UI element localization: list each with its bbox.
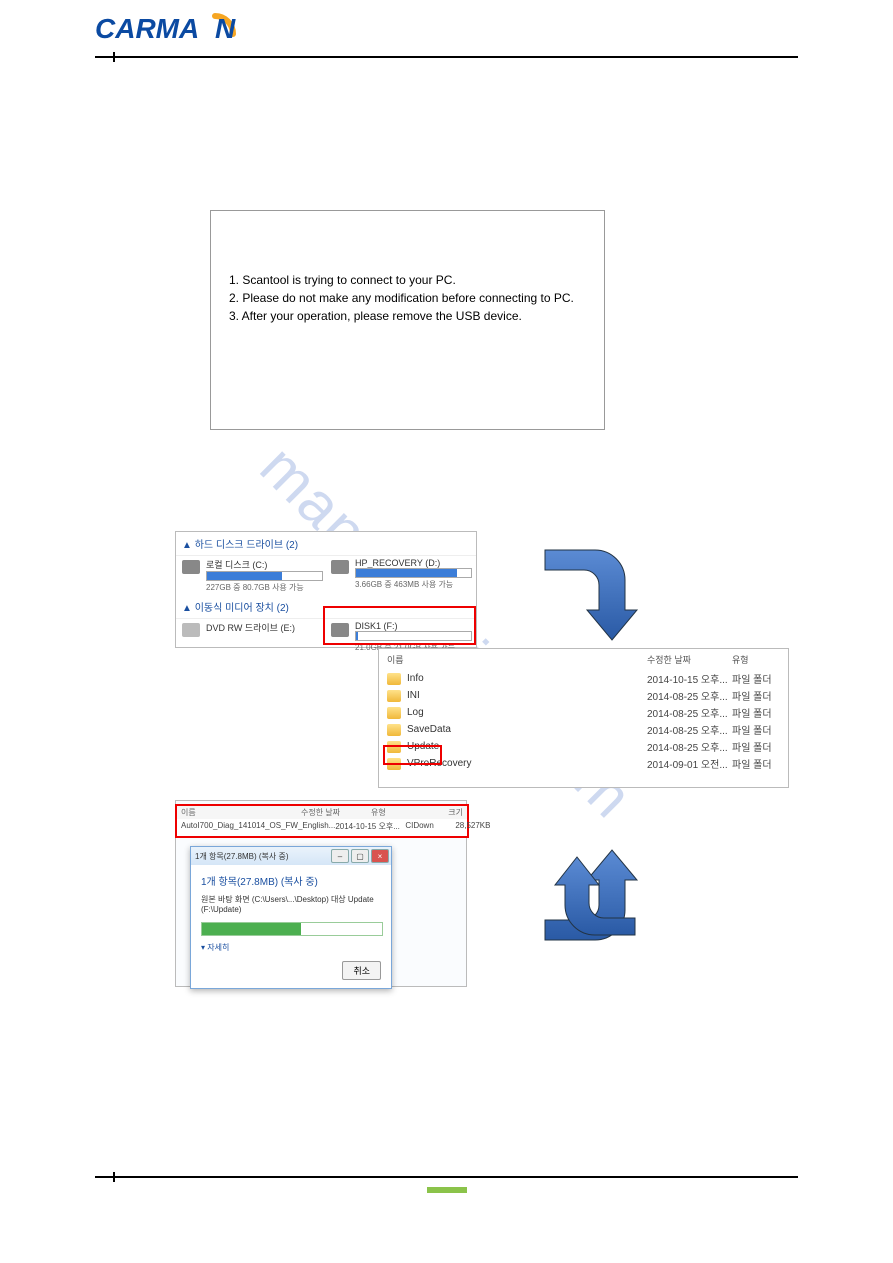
file-row[interactable]: AutoI700_Diag_141014_OS_FW_English... 20… — [177, 819, 467, 834]
dialog-line-1: 1. Scantool is trying to connect to your… — [229, 271, 586, 289]
hdd-icon — [331, 560, 349, 574]
folder-name: Update — [407, 741, 647, 752]
drive-c-fill — [207, 572, 282, 580]
drive-e-name: DVD RW 드라이브 (E:) — [206, 621, 321, 634]
folder-date: 2014-08-25 오후... — [647, 722, 732, 737]
drive-d-fill — [356, 569, 457, 577]
col-name[interactable]: 이름 — [181, 807, 301, 818]
folder-type: 파일 폴더 — [732, 688, 780, 703]
drive-c[interactable]: 로컬 디스크 (C:) 227GB 중 80.7GB 사용 가능 — [182, 558, 321, 593]
brand-logo: CARMA N — [95, 8, 798, 48]
folder-name: INI — [407, 690, 647, 701]
drive-e[interactable]: DVD RW 드라이브 (E:) — [182, 621, 321, 653]
folder-icon — [387, 707, 401, 719]
col-size[interactable]: 크기 — [421, 807, 463, 818]
svg-text:CARMA: CARMA — [95, 13, 199, 44]
progress-fill — [202, 923, 301, 935]
col-date[interactable]: 수정한 날짜 — [301, 807, 371, 818]
minimize-button[interactable]: – — [331, 849, 349, 863]
progress-bar — [201, 922, 383, 936]
file-name: AutoI700_Diag_141014_OS_FW_English... — [181, 821, 335, 832]
col-date[interactable]: 수정한 날짜 — [647, 653, 732, 666]
section-hdd: ▲ 하드 디스크 드라이브 (2) — [176, 532, 476, 556]
dialog-titlebar[interactable]: 1개 항목(27.8MB) (복사 중) – ▢ × — [191, 847, 391, 865]
arrow-right-down-icon — [540, 540, 640, 653]
header-rule — [95, 56, 798, 58]
folder-icon — [387, 690, 401, 702]
dialog-title: 1개 항목(27.8MB) (복사 중) — [195, 851, 289, 862]
col-type[interactable]: 유형 — [371, 807, 421, 818]
folder-row[interactable]: Info2014-10-15 오후...파일 폴더 — [379, 670, 788, 687]
highlight-update-folder — [383, 745, 442, 765]
highlight-disk1 — [323, 606, 476, 645]
folder-icon — [387, 724, 401, 736]
drive-d-sub: 3.66GB 중 463MB 사용 가능 — [355, 579, 470, 590]
file-size: 28,527KB — [455, 821, 490, 832]
folder-date: 2014-09-01 오전... — [647, 756, 732, 771]
drives-panel: ▲ 하드 디스크 드라이브 (2) 로컬 디스크 (C:) 227GB 중 80… — [175, 531, 477, 648]
col-type[interactable]: 유형 — [732, 653, 780, 666]
file-type: CIDown — [405, 821, 455, 832]
folder-name: Info — [407, 673, 647, 684]
copy-heading: 1개 항목(27.8MB) (복사 중) — [201, 873, 381, 888]
hdd-icon — [182, 560, 200, 574]
drive-d[interactable]: HP_RECOVERY (D:) 3.66GB 중 463MB 사용 가능 — [331, 558, 470, 593]
folder-type: 파일 폴더 — [732, 671, 780, 686]
footer-rule — [95, 1176, 798, 1178]
maximize-button[interactable]: ▢ — [351, 849, 369, 863]
folder-name: VProRecovery — [407, 758, 647, 769]
folder-list-panel: 이름 수정한 날짜 유형 Info2014-10-15 오후...파일 폴더IN… — [378, 648, 789, 788]
col-name[interactable]: 이름 — [387, 653, 647, 666]
folder-row[interactable]: Log2014-08-25 오후...파일 폴더 — [379, 704, 788, 721]
folder-date: 2014-08-25 오후... — [647, 688, 732, 703]
folder-name: SaveData — [407, 724, 647, 735]
file-date: 2014-10-15 오후... — [335, 821, 405, 832]
file-list-panel: 이름 수정한 날짜 유형 크기 AutoI700_Diag_141014_OS_… — [175, 804, 469, 838]
folder-date: 2014-10-15 오후... — [647, 671, 732, 686]
folder-name: Log — [407, 707, 647, 718]
details-toggle[interactable]: ▾ 자세히 — [201, 942, 381, 953]
dialog-line-2: 2. Please do not make any modification b… — [229, 289, 586, 307]
folder-date: 2014-08-25 오후... — [647, 739, 732, 754]
scantool-dialog: 1. Scantool is trying to connect to your… — [210, 210, 605, 430]
dialog-line-3: 3. After your operation, please remove t… — [229, 307, 586, 325]
drive-c-name: 로컬 디스크 (C:) — [206, 558, 321, 571]
folder-row[interactable]: SaveData2014-08-25 오후...파일 폴더 — [379, 721, 788, 738]
copy-progress-dialog: 1개 항목(27.8MB) (복사 중) – ▢ × 1개 항목(27.8MB)… — [190, 846, 392, 989]
drive-d-name: HP_RECOVERY (D:) — [355, 558, 470, 568]
folder-type: 파일 폴더 — [732, 705, 780, 720]
copy-path: 원본 바탕 화면 (C:\Users\...\Desktop) 대상 Updat… — [201, 894, 381, 914]
folder-date: 2014-08-25 오후... — [647, 705, 732, 720]
dvd-icon — [182, 623, 200, 637]
arrow-left-up-icon — [540, 840, 640, 953]
folder-row[interactable]: INI2014-08-25 오후...파일 폴더 — [379, 687, 788, 704]
folder-type: 파일 폴더 — [732, 739, 780, 754]
folder-type: 파일 폴더 — [732, 722, 780, 737]
drive-c-sub: 227GB 중 80.7GB 사용 가능 — [206, 582, 321, 593]
folder-type: 파일 폴더 — [732, 756, 780, 771]
svg-text:N: N — [215, 13, 236, 44]
folder-icon — [387, 673, 401, 685]
cancel-button[interactable]: 취소 — [342, 961, 381, 980]
page-indicator — [427, 1187, 467, 1193]
close-button[interactable]: × — [371, 849, 389, 863]
